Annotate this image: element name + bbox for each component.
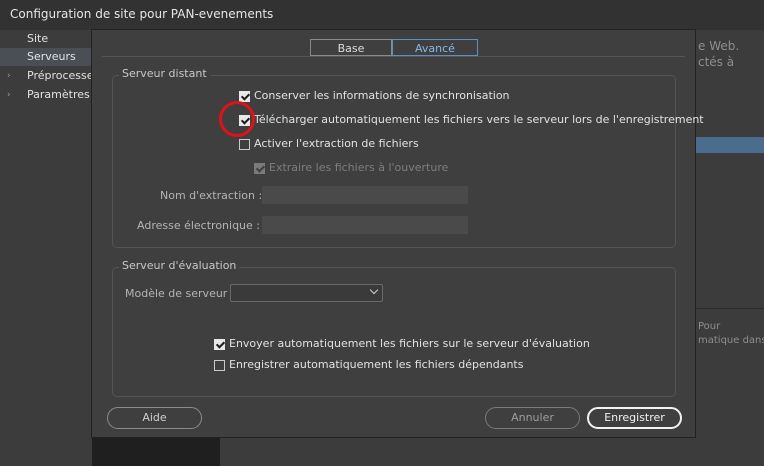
- background-text: matique dans: [698, 335, 764, 346]
- server-model-select[interactable]: [230, 284, 383, 302]
- tab-avance[interactable]: Avancé: [392, 39, 478, 56]
- save-dependent-files-checkbox[interactable]: [214, 360, 225, 371]
- keep-sync-info-label: Conserver les informations de synchronis…: [254, 89, 510, 102]
- chevron-right-icon[interactable]: ›: [7, 86, 11, 104]
- cancel-button[interactable]: Annuler: [485, 407, 580, 429]
- auto-upload-on-save-label: Télécharger automatiquement les fichiers…: [254, 113, 704, 126]
- extraction-name-label: Nom d'extraction :: [160, 189, 263, 202]
- email-field[interactable]: [262, 216, 468, 234]
- background-text: ctés à: [698, 55, 735, 69]
- sidebar-item-serveurs[interactable]: Serveurs: [0, 48, 92, 66]
- background-panel-bottom: [220, 438, 696, 466]
- sidebar-item-parametres-avances[interactable]: › Paramètres a: [0, 86, 92, 104]
- keep-sync-info-checkbox[interactable]: [239, 91, 250, 102]
- sidebar-item-label: Paramètres a: [27, 88, 92, 101]
- email-label: Adresse électronique :: [137, 219, 261, 232]
- help-button[interactable]: Aide: [107, 407, 202, 429]
- checkout-on-open-checkbox: [254, 163, 265, 174]
- auto-push-testing-checkbox[interactable]: [214, 339, 225, 350]
- window-title: Configuration de site pour PAN-evenement…: [10, 7, 274, 21]
- chevron-down-icon: [369, 285, 379, 295]
- background-text: e Web.: [698, 39, 740, 53]
- sidebar-item-preprocesseurs[interactable]: › Préprocesse: [0, 67, 92, 85]
- window-titlebar: Configuration de site pour PAN-evenement…: [0, 0, 764, 30]
- enable-checkout-checkbox[interactable]: [239, 139, 250, 150]
- group-title: Serveur distant: [119, 67, 210, 80]
- auto-push-testing-label: Envoyer automatiquement les fichiers sur…: [229, 337, 590, 350]
- group-title: Serveur d'évaluation: [119, 259, 240, 272]
- sidebar-item-label: Site: [27, 32, 49, 45]
- enable-checkout-label: Activer l'extraction de fichiers: [254, 137, 419, 150]
- tab-base[interactable]: Base: [310, 39, 392, 56]
- background-selected-row: [696, 137, 764, 153]
- category-sidebar: Site Serveurs › Préprocesse › Paramètres…: [0, 30, 92, 466]
- server-model-label: Modèle de serveur :: [125, 287, 235, 300]
- extraction-name-field[interactable]: [262, 186, 468, 204]
- save-dependent-files-label: Enregistrer automatiquement les fichiers…: [229, 358, 524, 371]
- sidebar-item-label: Serveurs: [27, 50, 76, 63]
- background-text: Pour: [698, 321, 721, 332]
- background-divider: [696, 308, 764, 309]
- sidebar-item-label: Préprocesse: [27, 69, 92, 82]
- checkout-on-open-label: Extraire les fichiers à l'ouverture: [269, 161, 449, 174]
- sidebar-item-site[interactable]: Site: [0, 30, 92, 48]
- save-button[interactable]: Enregistrer: [587, 407, 682, 429]
- advanced-settings-dialog: Base Avancé Serveur distant Conserver le…: [91, 29, 704, 438]
- background-panel: e Web. ctés à Pour matique dans: [696, 30, 764, 466]
- chevron-right-icon[interactable]: ›: [7, 67, 11, 85]
- annotation-circle: [219, 101, 255, 137]
